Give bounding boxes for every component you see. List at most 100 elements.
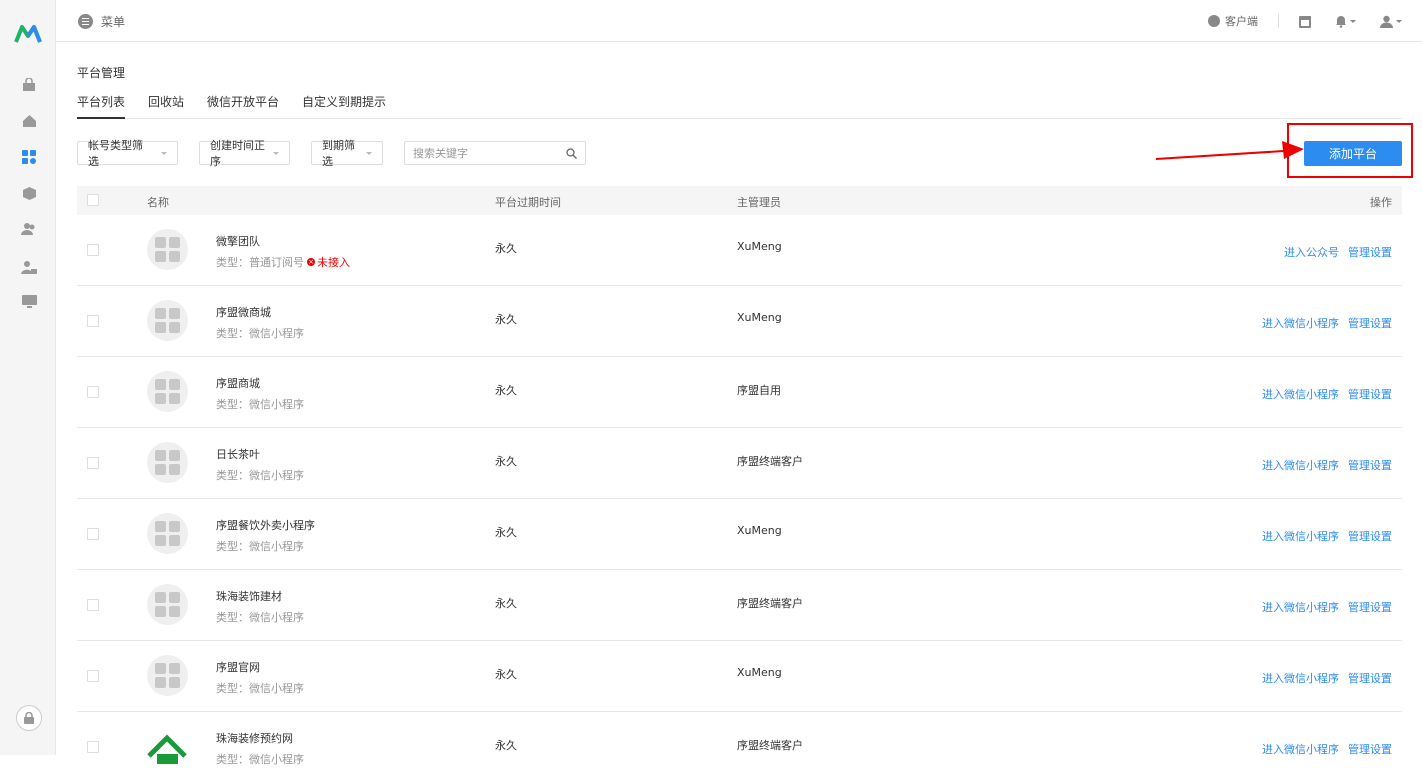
enter-link[interactable]: 进入微信小程序 <box>1262 599 1339 615</box>
menu-toggle[interactable]: 菜单 <box>78 13 125 30</box>
table-row: 珠海装修预约网 类型：微信小程序 永久 序盟终端客户 进入微信小程序 管理设置 <box>77 712 1402 783</box>
expiry-value: 永久 <box>495 526 517 539</box>
table-row: 日长茶叶 类型：微信小程序 永久 序盟终端客户 进入微信小程序 管理设置 <box>77 428 1402 499</box>
row-actions: 进入微信小程序 管理设置 <box>1262 457 1392 473</box>
admin-value: 序盟终端客户 <box>737 597 803 610</box>
search-input[interactable] <box>413 146 566 160</box>
row-checkbox[interactable] <box>87 457 99 469</box>
platform-avatar <box>147 513 188 554</box>
add-platform-button[interactable]: 添加平台 <box>1304 141 1402 166</box>
admin-value: XuMeng <box>737 524 782 537</box>
admin-value: XuMeng <box>737 240 782 253</box>
platform-type: 类型：微信小程序 <box>216 469 304 482</box>
client-link[interactable]: 客户端 <box>1208 13 1258 29</box>
row-checkbox[interactable] <box>87 386 99 398</box>
platform-avatar <box>147 300 188 341</box>
package-icon[interactable] <box>20 184 38 202</box>
page-title: 平台管理 <box>77 66 126 80</box>
tab-platform-list[interactable]: 平台列表 <box>77 90 126 119</box>
enter-link[interactable]: 进入微信小程序 <box>1262 315 1339 331</box>
manage-link[interactable]: 管理设置 <box>1348 244 1392 260</box>
row-actions: 进入微信小程序 管理设置 <box>1262 670 1392 686</box>
platform-type: 类型：普通订阅号 × 未接入 <box>216 254 350 270</box>
monitor-icon[interactable] <box>20 293 38 311</box>
platform-name: 珠海装饰建材 <box>216 590 282 603</box>
enter-link[interactable]: 进入微信小程序 <box>1262 670 1339 686</box>
expiry-value: 永久 <box>495 668 517 681</box>
platform-type: 类型：微信小程序 <box>216 540 304 553</box>
enter-link[interactable]: 进入微信小程序 <box>1262 528 1339 544</box>
tab-bar: 平台列表 回收站 微信开放平台 自定义到期提示 <box>77 90 1402 119</box>
error-icon: × <box>307 258 315 266</box>
expiry-value: 永久 <box>495 384 517 397</box>
row-actions: 进入微信小程序 管理设置 <box>1262 528 1392 544</box>
platform-avatar <box>147 442 188 483</box>
header-expiry: 平台过期时间 <box>495 196 561 209</box>
header-admin: 主管理员 <box>737 196 781 209</box>
tab-wechat-open-platform[interactable]: 微信开放平台 <box>207 90 279 119</box>
apps-icon[interactable] <box>20 148 38 166</box>
select-all-checkbox[interactable] <box>87 194 99 206</box>
manage-link[interactable]: 管理设置 <box>1348 457 1392 473</box>
manage-link[interactable]: 管理设置 <box>1348 670 1392 686</box>
enter-link[interactable]: 进入微信小程序 <box>1262 457 1339 473</box>
expiry-value: 永久 <box>495 739 517 752</box>
admin-value: XuMeng <box>737 666 782 679</box>
globe-icon <box>1208 15 1220 27</box>
manage-link[interactable]: 管理设置 <box>1348 315 1392 331</box>
created-sort-filter[interactable]: 创建时间正序 <box>199 139 290 168</box>
header-name: 名称 <box>147 196 169 209</box>
enter-link[interactable]: 进入公众号 <box>1284 244 1339 260</box>
platform-avatar <box>147 655 188 696</box>
expiry-value: 永久 <box>495 597 517 610</box>
row-checkbox[interactable] <box>87 244 99 256</box>
row-checkbox[interactable] <box>87 528 99 540</box>
admin-value: 序盟终端客户 <box>737 455 803 468</box>
lock-icon[interactable] <box>16 705 42 731</box>
sidebar <box>0 0 56 755</box>
platform-type: 类型：微信小程序 <box>216 398 304 411</box>
chevron-down-icon <box>1396 19 1402 23</box>
row-checkbox[interactable] <box>87 599 99 611</box>
expiry-value: 永久 <box>495 242 517 255</box>
manage-link[interactable]: 管理设置 <box>1348 599 1392 615</box>
expiry-value: 永久 <box>495 313 517 326</box>
calendar-button[interactable] <box>1299 15 1311 28</box>
chevron-down-icon <box>366 151 372 155</box>
row-actions: 进入微信小程序 管理设置 <box>1262 599 1392 615</box>
user-menu[interactable] <box>1380 15 1402 28</box>
table-header: 名称 平台过期时间 主管理员 操作 <box>77 186 1402 215</box>
platform-name: 日长茶叶 <box>216 448 260 461</box>
expiry-filter-label: 到期筛选 <box>322 139 355 168</box>
account-type-filter[interactable]: 帐号类型筛选 <box>77 139 178 168</box>
manage-link[interactable]: 管理设置 <box>1348 528 1392 544</box>
enter-link[interactable]: 进入微信小程序 <box>1262 386 1339 402</box>
platform-avatar <box>147 229 188 270</box>
row-checkbox[interactable] <box>87 315 99 327</box>
tab-custom-expiry-notice[interactable]: 自定义到期提示 <box>302 90 386 119</box>
notifications-button[interactable] <box>1335 15 1356 28</box>
admin-value: 序盟自用 <box>737 384 781 397</box>
tab-recycle-bin[interactable]: 回收站 <box>148 90 184 119</box>
users-icon[interactable] <box>20 220 38 238</box>
created-sort-filter-label: 创建时间正序 <box>210 139 265 168</box>
expiry-filter[interactable]: 到期筛选 <box>311 139 383 168</box>
chevron-down-icon <box>161 151 167 155</box>
user-lock-icon[interactable] <box>20 258 38 276</box>
manage-link[interactable]: 管理设置 <box>1348 386 1392 402</box>
bag-icon[interactable] <box>20 76 38 94</box>
platform-name: 微擎团队 <box>216 235 260 248</box>
row-checkbox[interactable] <box>87 741 99 753</box>
search-icon[interactable] <box>566 147 577 159</box>
platform-name: 序盟微商城 <box>216 306 271 319</box>
chevron-down-icon <box>273 151 279 155</box>
home-icon[interactable] <box>20 112 38 130</box>
chevron-down-icon <box>1350 19 1356 23</box>
bell-icon <box>1336 15 1346 28</box>
client-label: 客户端 <box>1225 15 1258 28</box>
row-checkbox[interactable] <box>87 670 99 682</box>
logo-icon[interactable] <box>14 22 42 46</box>
platform-name: 序盟商城 <box>216 377 260 390</box>
annotation-arrow <box>1155 141 1304 160</box>
header-ops: 操作 <box>1370 196 1392 209</box>
